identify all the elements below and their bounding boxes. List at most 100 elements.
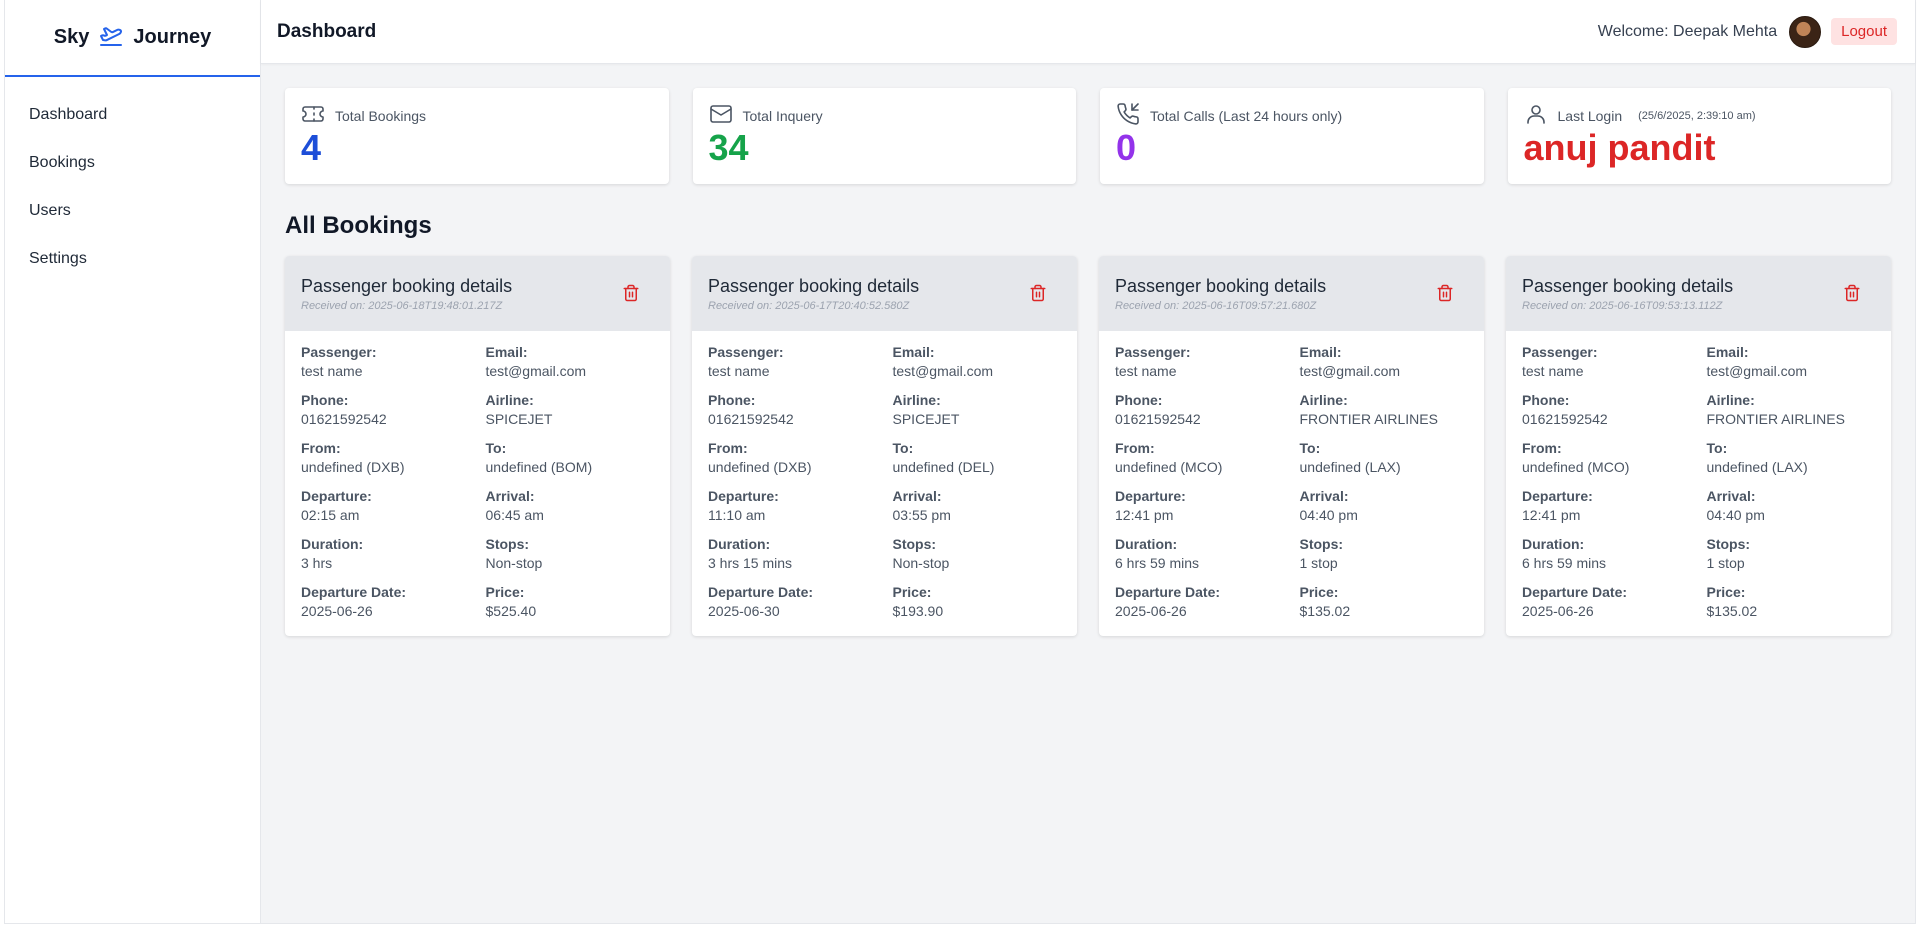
- booking-field: To: undefined (LAX): [1300, 439, 1469, 487]
- booking-field-label: Phone:: [301, 392, 349, 408]
- booking-field-value: 2025-06-26: [1522, 603, 1594, 619]
- booking-field-label: Airline:: [485, 392, 534, 408]
- booking-field-value: 01621592542: [708, 411, 794, 427]
- booking-field-value: undefined (LAX): [1706, 459, 1808, 475]
- booking-field-value: test@gmail.com: [485, 363, 587, 379]
- booking-field: Airline: SPICEJET: [486, 391, 655, 439]
- booking-field: Price: $135.02: [1707, 583, 1876, 631]
- booking-field-label: Departure Date:: [301, 584, 407, 600]
- booking-field: Airline: FRONTIER AIRLINES: [1300, 391, 1469, 439]
- booking-field: Arrival: 06:45 am: [486, 487, 655, 535]
- booking-card-title: Passenger booking details: [301, 276, 513, 296]
- booking-field: Duration: 3 hrs 15 mins: [708, 535, 877, 583]
- booking-field-label: From:: [301, 440, 341, 456]
- booking-field-label: Stops:: [892, 536, 937, 552]
- booking-field-value: 12:41 pm: [1522, 507, 1581, 523]
- booking-field: Phone: 01621592542: [1115, 391, 1284, 439]
- brand-text-journey: Journey: [133, 26, 212, 48]
- booking-field-label: Departure Date:: [1115, 584, 1221, 600]
- booking-field: Arrival: 03:55 pm: [893, 487, 1062, 535]
- brand-text-sky: Sky: [53, 26, 90, 48]
- trash-icon[interactable]: [1436, 284, 1454, 302]
- booking-field: Passenger: test name: [1522, 343, 1691, 391]
- booking-received-timestamp: Received on: 2025-06-16T09:57:21.680Z: [1115, 300, 1317, 312]
- page-title: Dashboard: [277, 20, 377, 42]
- logout-button[interactable]: Logout: [1831, 18, 1897, 45]
- booking-field: Departure: 11:10 am: [708, 487, 877, 535]
- booking-card-body: Passenger: test name Email: test@gmail.com P…: [692, 331, 1077, 631]
- sidebar-nav: Dashboard Bookings Users Settings: [5, 77, 260, 283]
- booking-field-value: test@gmail.com: [1299, 363, 1401, 379]
- stat-label: Total Calls (Last 24 hours only): [1150, 108, 1343, 124]
- booking-field-label: Email:: [892, 344, 935, 360]
- booking-field-value: 01621592542: [301, 411, 387, 427]
- booking-field-label: Arrival:: [485, 488, 535, 504]
- booking-field-label: Duration:: [301, 536, 364, 552]
- avatar[interactable]: [1789, 15, 1822, 48]
- stat-value: 0: [1116, 127, 1137, 168]
- sidebar-item-bookings[interactable]: Bookings: [5, 139, 260, 187]
- trash-icon[interactable]: [1843, 284, 1861, 302]
- booking-field-label: From:: [1115, 440, 1155, 456]
- booking-received-timestamp: Received on: 2025-06-16T09:53:13.112Z: [1522, 300, 1723, 312]
- booking-field-value: 12:41 pm: [1115, 507, 1174, 523]
- booking-field: From: undefined (DXB): [708, 439, 877, 487]
- main-area: Dashboard Welcome: Deepak Mehta Logout T…: [261, 0, 1915, 923]
- booking-field: Email: test@gmail.com: [1707, 343, 1876, 391]
- brand-logo[interactable]: Sky Journey: [5, 0, 260, 77]
- booking-card: Passenger booking details Received on: 2…: [1099, 256, 1484, 636]
- booking-field-label: Email:: [485, 344, 528, 360]
- booking-field: Stops: Non-stop: [893, 535, 1062, 583]
- booking-card: Passenger booking details Received on: 2…: [692, 256, 1077, 636]
- booking-field-value: undefined (DEL): [892, 459, 995, 475]
- bookings-grid: Passenger booking details Received on: 2…: [285, 256, 1891, 636]
- booking-field-value: test name: [708, 363, 770, 379]
- booking-field-value: 11:10 am: [708, 507, 766, 523]
- trash-icon[interactable]: [622, 284, 640, 302]
- header-user-area: Welcome: Deepak Mehta Logout: [1598, 15, 1897, 48]
- booking-field: Departure Date: 2025-06-26: [1115, 583, 1284, 631]
- booking-field-label: Email:: [1706, 344, 1749, 360]
- booking-field-label: Arrival:: [892, 488, 942, 504]
- booking-field-label: Departure Date:: [1522, 584, 1628, 600]
- booking-field-value: FRONTIER AIRLINES: [1299, 411, 1438, 427]
- sidebar-item-users[interactable]: Users: [5, 187, 260, 235]
- booking-field-value: 1 stop: [1299, 555, 1338, 571]
- sidebar-item-dashboard[interactable]: Dashboard: [5, 91, 260, 139]
- booking-field-label: Duration:: [708, 536, 771, 552]
- booking-field-value: test@gmail.com: [892, 363, 994, 379]
- booking-field-value: 2025-06-26: [301, 603, 373, 619]
- booking-field-value: 1 stop: [1706, 555, 1745, 571]
- booking-field-label: To:: [892, 440, 914, 456]
- booking-field-value: $525.40: [485, 603, 537, 619]
- booking-field: Departure: 12:41 pm: [1522, 487, 1691, 535]
- booking-field-label: Passenger:: [301, 344, 377, 360]
- stat-label: Last Login: [1557, 108, 1623, 124]
- sidebar-item-settings[interactable]: Settings: [5, 235, 260, 283]
- trash-icon[interactable]: [1029, 284, 1047, 302]
- stat-card-total-inquery: Total Inquery 34: [692, 88, 1076, 184]
- booking-field-label: Stops:: [485, 536, 530, 552]
- booking-field: Phone: 01621592542: [708, 391, 877, 439]
- booking-field-label: Passenger:: [708, 344, 784, 360]
- booking-field-label: Stops:: [1706, 536, 1751, 552]
- stat-card-last-login: Last Login (25/6/2025, 2:39:10 am) anuj …: [1507, 88, 1891, 184]
- booking-field-label: Phone:: [1115, 392, 1163, 408]
- booking-card: Passenger booking details Received on: 2…: [1506, 256, 1891, 636]
- booking-field-value: 6 hrs 59 mins: [1522, 555, 1607, 571]
- booking-field: To: undefined (LAX): [1707, 439, 1876, 487]
- booking-field-value: $135.02: [1299, 603, 1351, 619]
- booking-field-value: test name: [1115, 363, 1177, 379]
- booking-card-body: Passenger: test name Email: test@gmail.com P…: [285, 331, 670, 631]
- booking-card-title: Passenger booking details: [1522, 276, 1734, 296]
- booking-field-value: FRONTIER AIRLINES: [1706, 411, 1845, 427]
- stat-card-total-bookings: Total Bookings 4: [285, 88, 669, 184]
- booking-field-label: Departure:: [1115, 488, 1186, 504]
- booking-field: Passenger: test name: [301, 343, 470, 391]
- booking-field: Airline: SPICEJET: [893, 391, 1062, 439]
- booking-field: Airline: FRONTIER AIRLINES: [1707, 391, 1876, 439]
- booking-field-value: 01621592542: [1522, 411, 1608, 427]
- booking-field-value: test name: [301, 363, 363, 379]
- booking-field: Stops: 1 stop: [1300, 535, 1469, 583]
- booking-field-label: Price:: [485, 584, 525, 600]
